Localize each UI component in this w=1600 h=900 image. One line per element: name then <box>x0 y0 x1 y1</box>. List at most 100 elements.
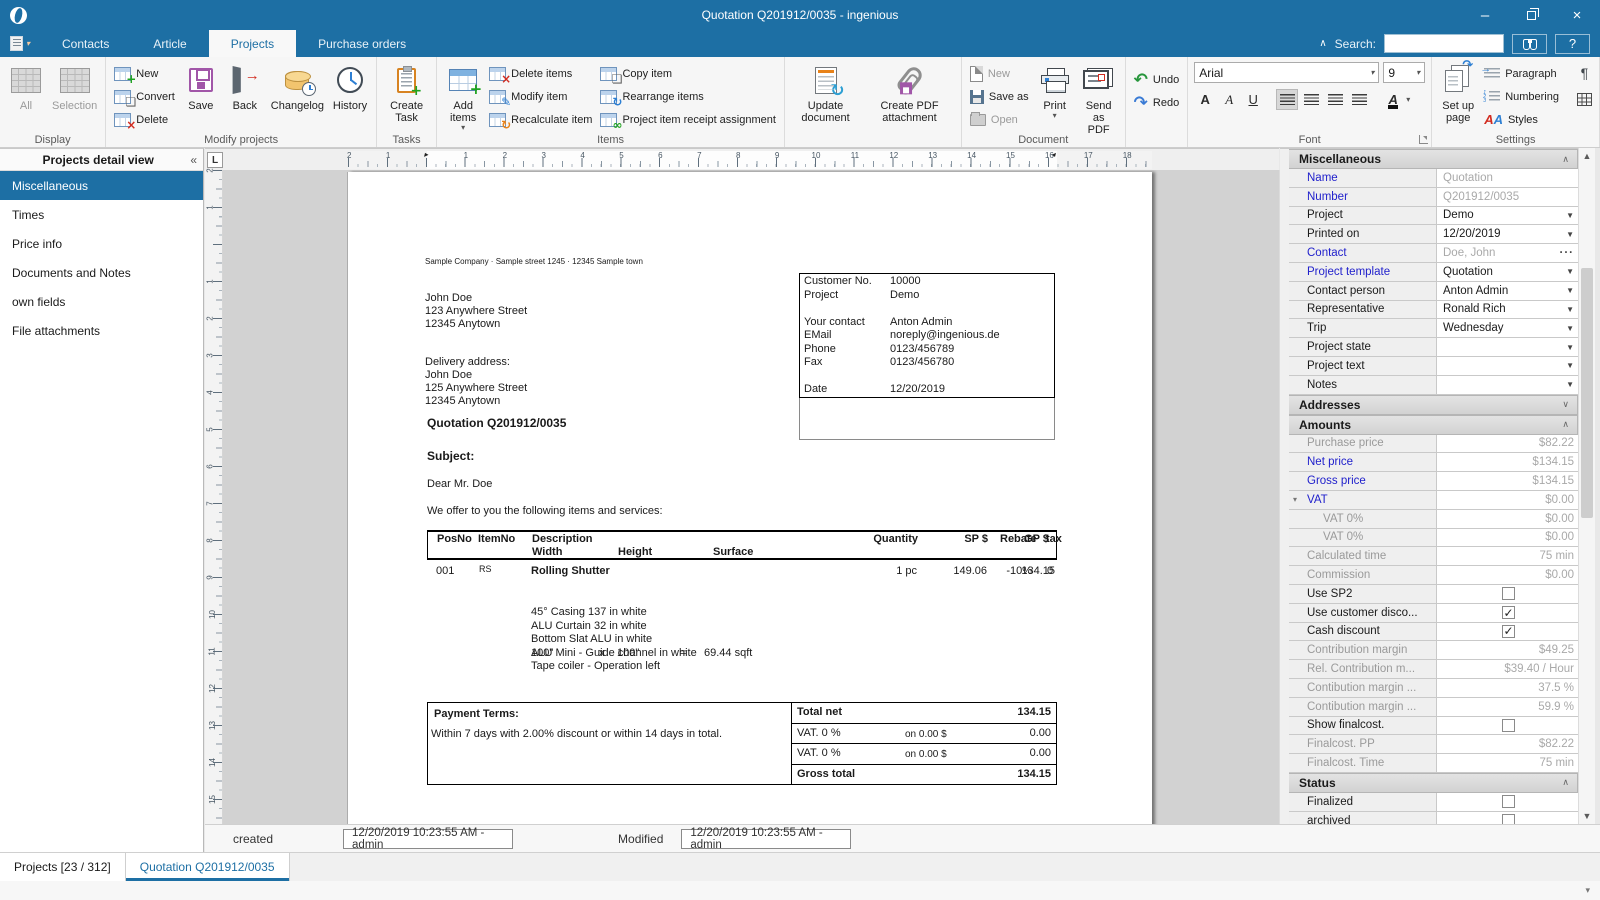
add-items-button[interactable]: + Add items ▾ <box>441 60 485 132</box>
align-center-button[interactable] <box>1324 89 1346 110</box>
modified-value[interactable]: 12/20/2019 10:23:55 AM - admin <box>681 829 851 849</box>
panel-field-value[interactable]: $134.15 <box>1437 472 1578 490</box>
italic-button[interactable]: A <box>1218 89 1240 110</box>
checkbox-checked[interactable]: ✓ <box>1502 606 1515 619</box>
save-as-button[interactable]: Save as <box>966 85 1033 108</box>
chevron-down-icon[interactable]: ▾ <box>1585 885 1590 896</box>
sidebar-item[interactable]: Times <box>0 200 203 229</box>
panel-field-value[interactable]: ✓ <box>1437 623 1578 641</box>
font-family-select[interactable]: Arial▾ <box>1194 62 1379 83</box>
item-action-button[interactable]: ∞Project item receipt assignment <box>596 108 779 131</box>
chevron-down-icon[interactable]: ▼ <box>1566 324 1574 333</box>
app-menu-button[interactable]: ▾ <box>0 30 40 57</box>
panel-section-header-miscellaneous[interactable]: Miscellaneous∧ <box>1289 149 1578 169</box>
panel-field-value[interactable] <box>1437 585 1578 603</box>
underline-button[interactable]: U <box>1242 89 1264 110</box>
vertical-ruler[interactable]: 12123456789101112131415 <box>205 170 223 824</box>
checkbox-checked[interactable]: ✓ <box>1502 625 1515 638</box>
chevron-down-icon[interactable]: ▼ <box>1566 305 1574 314</box>
panel-field-value[interactable]: Q201912/0035 <box>1437 188 1578 206</box>
item-action-button[interactable]: ❏Copy item <box>596 62 779 85</box>
scroll-down-icon[interactable]: ▼ <box>1579 808 1595 824</box>
item-action-button[interactable]: ×Delete items <box>485 62 596 85</box>
panel-field-value[interactable]: Doe, John··· <box>1437 244 1578 262</box>
panel-field-value[interactable]: ▼ <box>1437 376 1578 394</box>
advanced-search-button[interactable] <box>1512 34 1547 54</box>
panel-field-value[interactable]: Demo▼ <box>1437 207 1578 225</box>
align-left-button[interactable] <box>1276 89 1298 110</box>
panel-section-header-amounts[interactable]: Amounts∧ <box>1289 415 1578 435</box>
selection-button[interactable]: Selection <box>48 60 101 112</box>
collapse-sidebar-icon[interactable]: « <box>190 153 197 167</box>
tab-stop-selector[interactable]: L <box>207 152 223 168</box>
panel-field-value[interactable]: $49.25 <box>1437 641 1578 659</box>
chevron-up-icon[interactable]: ∧ <box>1562 777 1569 788</box>
align-right-button[interactable] <box>1300 89 1322 110</box>
show-table-grid-button[interactable] <box>1573 89 1595 110</box>
changelog-button[interactable]: Changelog <box>267 60 328 112</box>
scrollbar-thumb[interactable] <box>1581 268 1593 518</box>
panel-field-value[interactable]: ✓ <box>1437 604 1578 622</box>
expander-icon[interactable]: ▾ <box>1293 495 1297 504</box>
font-color-button[interactable]: A <box>1382 89 1404 110</box>
app-tab[interactable]: Purchase orders <box>296 30 428 57</box>
ellipsis-button[interactable]: ··· <box>1560 247 1575 259</box>
panel-field-value[interactable] <box>1437 717 1578 735</box>
chevron-down-icon[interactable]: ▼ <box>1566 286 1574 295</box>
history-button[interactable]: History <box>328 60 372 112</box>
panel-scrollbar[interactable]: ▲ ▼ <box>1578 148 1595 824</box>
sidebar-item[interactable]: File attachments <box>0 316 203 345</box>
chevron-down-icon[interactable]: ∨ <box>1562 399 1569 410</box>
font-dialog-launcher-icon[interactable] <box>1419 135 1428 144</box>
panel-field-value[interactable]: 59.9 % <box>1437 698 1578 716</box>
chevron-down-icon[interactable]: ▼ <box>1566 361 1574 370</box>
panel-field-value[interactable]: ▼ <box>1437 357 1578 375</box>
numbering-button[interactable]: Numbering <box>1480 85 1563 108</box>
created-value[interactable]: 12/20/2019 10:23:55 AM - admin <box>343 829 513 849</box>
panel-field-value[interactable]: 37.5 % <box>1437 679 1578 697</box>
chevron-down-icon[interactable]: ▼ <box>1566 380 1574 389</box>
chevron-down-icon[interactable]: ▼ <box>1566 343 1574 352</box>
checkbox-unchecked[interactable] <box>1502 814 1515 824</box>
document-preview-area[interactable]: Sample Company · Sample street 1245 · 12… <box>223 170 1279 824</box>
horizontal-ruler[interactable]: ▸ ◂ 12123456789101112131415161718LLLLL <box>348 151 1152 169</box>
app-tab[interactable]: Contacts <box>40 30 131 57</box>
item-action-button[interactable]: ↻Rearrange items <box>596 85 779 108</box>
panel-field-value[interactable] <box>1437 812 1578 824</box>
print-button[interactable]: Print ▾ <box>1033 60 1077 120</box>
panel-field-value[interactable]: Quotation <box>1437 169 1578 187</box>
checkbox-unchecked[interactable] <box>1502 795 1515 808</box>
sidebar-item[interactable]: own fields <box>0 287 203 316</box>
convert-button[interactable]: ❏Convert <box>110 85 179 108</box>
scroll-up-icon[interactable]: ▲ <box>1579 148 1595 164</box>
app-tab[interactable]: Projects <box>209 30 296 57</box>
panel-field-value[interactable]: $134.15 <box>1437 453 1578 471</box>
panel-field-value[interactable]: Wednesday▼ <box>1437 319 1578 337</box>
panel-field-value[interactable]: $82.22 <box>1437 435 1578 453</box>
bottom-tab[interactable]: Projects [23 / 312] <box>0 853 126 881</box>
sidebar-item[interactable]: Miscellaneous <box>0 171 203 200</box>
panel-field-value[interactable]: Anton Admin▼ <box>1437 282 1578 300</box>
sidebar-item[interactable]: Price info <box>0 229 203 258</box>
panel-field-value[interactable]: Ronald Rich▼ <box>1437 301 1578 319</box>
app-tab[interactable]: Article <box>131 30 208 57</box>
panel-field-value[interactable]: $39.40 / Hour <box>1437 660 1578 678</box>
panel-field-value[interactable]: $0.00 <box>1437 529 1578 547</box>
chevron-down-icon[interactable]: ▼ <box>1566 211 1574 220</box>
panel-field-value[interactable]: ▼ <box>1437 338 1578 356</box>
create-pdf-attachment-button[interactable]: Create PDF attachment <box>862 60 957 124</box>
help-button[interactable]: ? <box>1555 34 1590 54</box>
panel-field-value[interactable]: $82.22 <box>1437 735 1578 753</box>
paragraph-button[interactable]: Paragraph <box>1480 62 1563 85</box>
new-document-button[interactable]: New <box>966 62 1033 85</box>
chevron-down-icon[interactable]: ▼ <box>1566 267 1574 276</box>
panel-field-value[interactable] <box>1437 793 1578 811</box>
checkbox-unchecked[interactable] <box>1502 719 1515 732</box>
panel-field-value[interactable]: 75 min <box>1437 547 1578 565</box>
chevron-up-icon[interactable]: ∧ <box>1562 154 1569 165</box>
styles-button[interactable]: AAStyles <box>1480 108 1563 131</box>
all-button[interactable]: All <box>4 60 48 112</box>
delete-button[interactable]: ×Delete <box>110 108 179 131</box>
panel-field-value[interactable]: Quotation▼ <box>1437 263 1578 281</box>
new-project-button[interactable]: +New <box>110 62 179 85</box>
